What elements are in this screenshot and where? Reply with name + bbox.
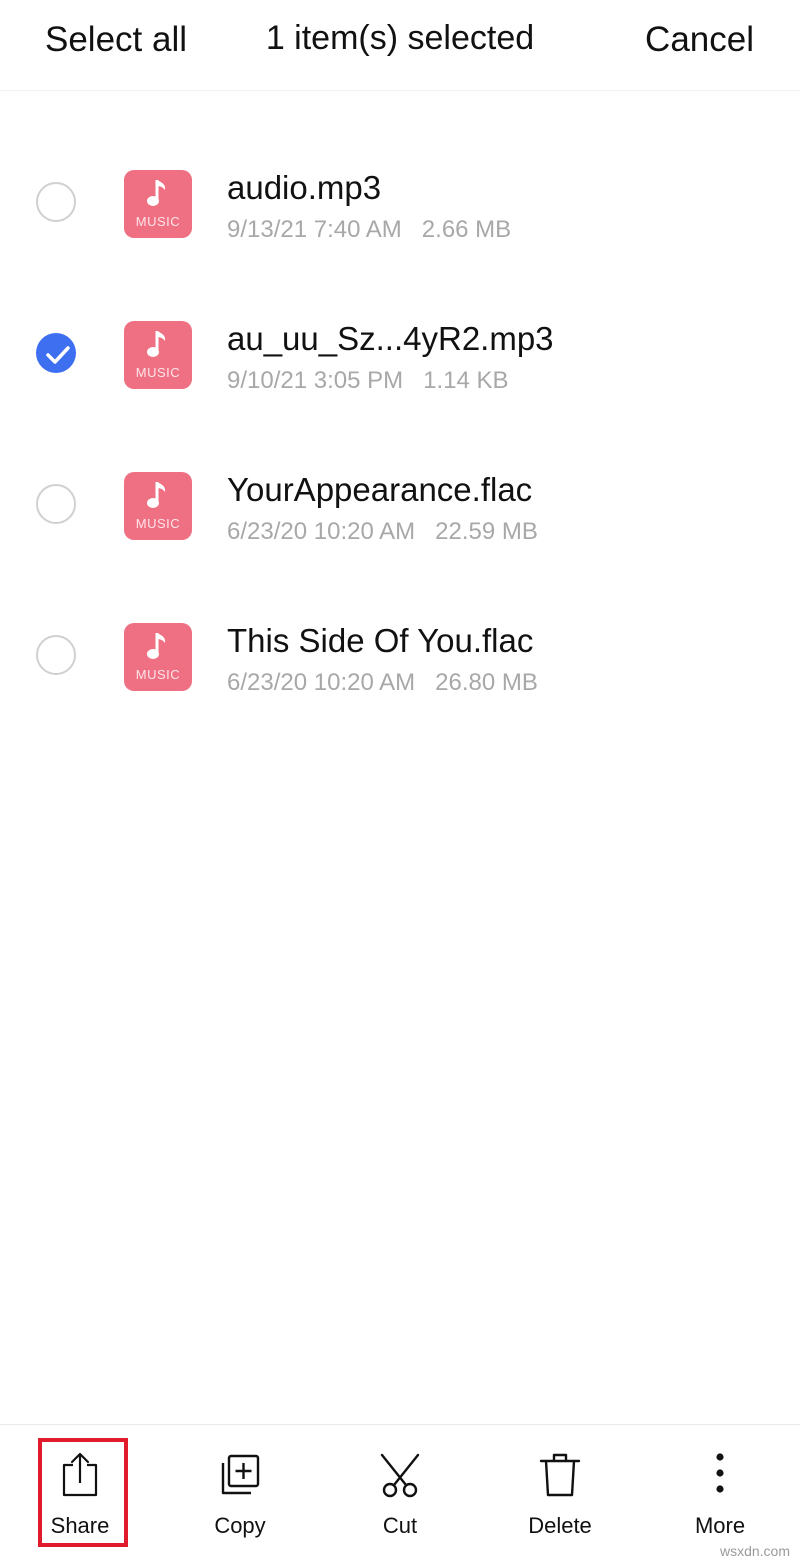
music-file-icon: MUSIC xyxy=(124,623,192,691)
file-meta: 6/23/20 10:20 AM 22.59 MB xyxy=(227,516,538,548)
copy-icon xyxy=(221,1454,260,1495)
music-file-icon: MUSIC xyxy=(124,321,192,389)
cut-label: Cut xyxy=(382,1513,418,1538)
cancel-button[interactable]: Cancel xyxy=(645,14,754,66)
file-meta: 9/10/21 3:05 PM 1.14 KB xyxy=(227,365,509,397)
file-size: 22.59 MB xyxy=(435,518,538,545)
file-list: MUSIC audio.mp3 9/13/21 7:40 AM 2.66 MB M… xyxy=(0,128,800,732)
file-meta: 9/13/21 7:40 AM 2.66 MB xyxy=(227,214,511,246)
copy-button[interactable]: Copy xyxy=(180,1439,300,1559)
file-size: 26.80 MB xyxy=(435,669,538,696)
scissors-icon xyxy=(380,1453,420,1498)
file-row[interactable]: MUSIC YourAppearance.flac 6/23/20 10:20 … xyxy=(0,430,800,581)
file-name: This Side Of You.flac xyxy=(227,622,534,659)
file-meta: 6/23/20 10:20 AM 26.80 MB xyxy=(227,667,538,699)
more-vertical-icon xyxy=(716,1453,724,1493)
file-type-label: MUSIC xyxy=(135,365,181,380)
selection-checkbox[interactable] xyxy=(36,333,76,373)
file-name: au_uu_Sz...4yR2.mp3 xyxy=(227,320,554,357)
file-selection-screen: Select all 1 item(s) selected Cancel MUS… xyxy=(0,0,800,1565)
music-note-icon xyxy=(147,633,166,659)
file-type-label: MUSIC xyxy=(135,667,181,682)
file-date: 9/13/21 7:40 AM xyxy=(227,216,402,243)
watermark-text: wsxdn.com xyxy=(719,1543,790,1559)
copy-label: Copy xyxy=(214,1513,266,1538)
music-file-icon: MUSIC xyxy=(124,170,192,238)
more-label: More xyxy=(694,1513,746,1538)
file-row[interactable]: MUSIC This Side Of You.flac 6/23/20 10:2… xyxy=(0,581,800,732)
file-row[interactable]: MUSIC au_uu_Sz...4yR2.mp3 9/10/21 3:05 P… xyxy=(0,279,800,430)
more-button[interactable]: More xyxy=(660,1439,780,1559)
checkmark-icon xyxy=(46,346,70,364)
selection-checkbox[interactable] xyxy=(36,484,76,524)
file-date: 6/23/20 10:20 AM xyxy=(227,518,416,545)
delete-button[interactable]: Delete xyxy=(500,1439,620,1559)
selection-header: Select all 1 item(s) selected Cancel xyxy=(0,0,800,91)
file-row[interactable]: MUSIC audio.mp3 9/13/21 7:40 AM 2.66 MB xyxy=(0,128,800,279)
file-size: 1.14 KB xyxy=(423,367,509,394)
music-file-icon: MUSIC xyxy=(124,472,192,540)
file-name: audio.mp3 xyxy=(227,169,382,206)
file-type-label: MUSIC xyxy=(135,516,181,531)
selection-checkbox[interactable] xyxy=(36,635,76,675)
music-note-icon xyxy=(147,331,166,357)
file-name: YourAppearance.flac xyxy=(227,471,533,508)
cut-button[interactable]: Cut xyxy=(340,1439,460,1559)
music-note-icon xyxy=(147,482,166,508)
file-size: 2.66 MB xyxy=(421,216,512,243)
music-note-icon xyxy=(147,180,166,206)
file-date: 6/23/20 10:20 AM xyxy=(227,669,416,696)
delete-label: Delete xyxy=(528,1513,592,1538)
share-highlight-annotation xyxy=(38,1438,128,1547)
selection-checkbox[interactable] xyxy=(36,182,76,222)
file-date: 9/10/21 3:05 PM xyxy=(227,367,404,394)
trash-icon xyxy=(539,1453,581,1497)
file-type-label: MUSIC xyxy=(135,214,181,229)
